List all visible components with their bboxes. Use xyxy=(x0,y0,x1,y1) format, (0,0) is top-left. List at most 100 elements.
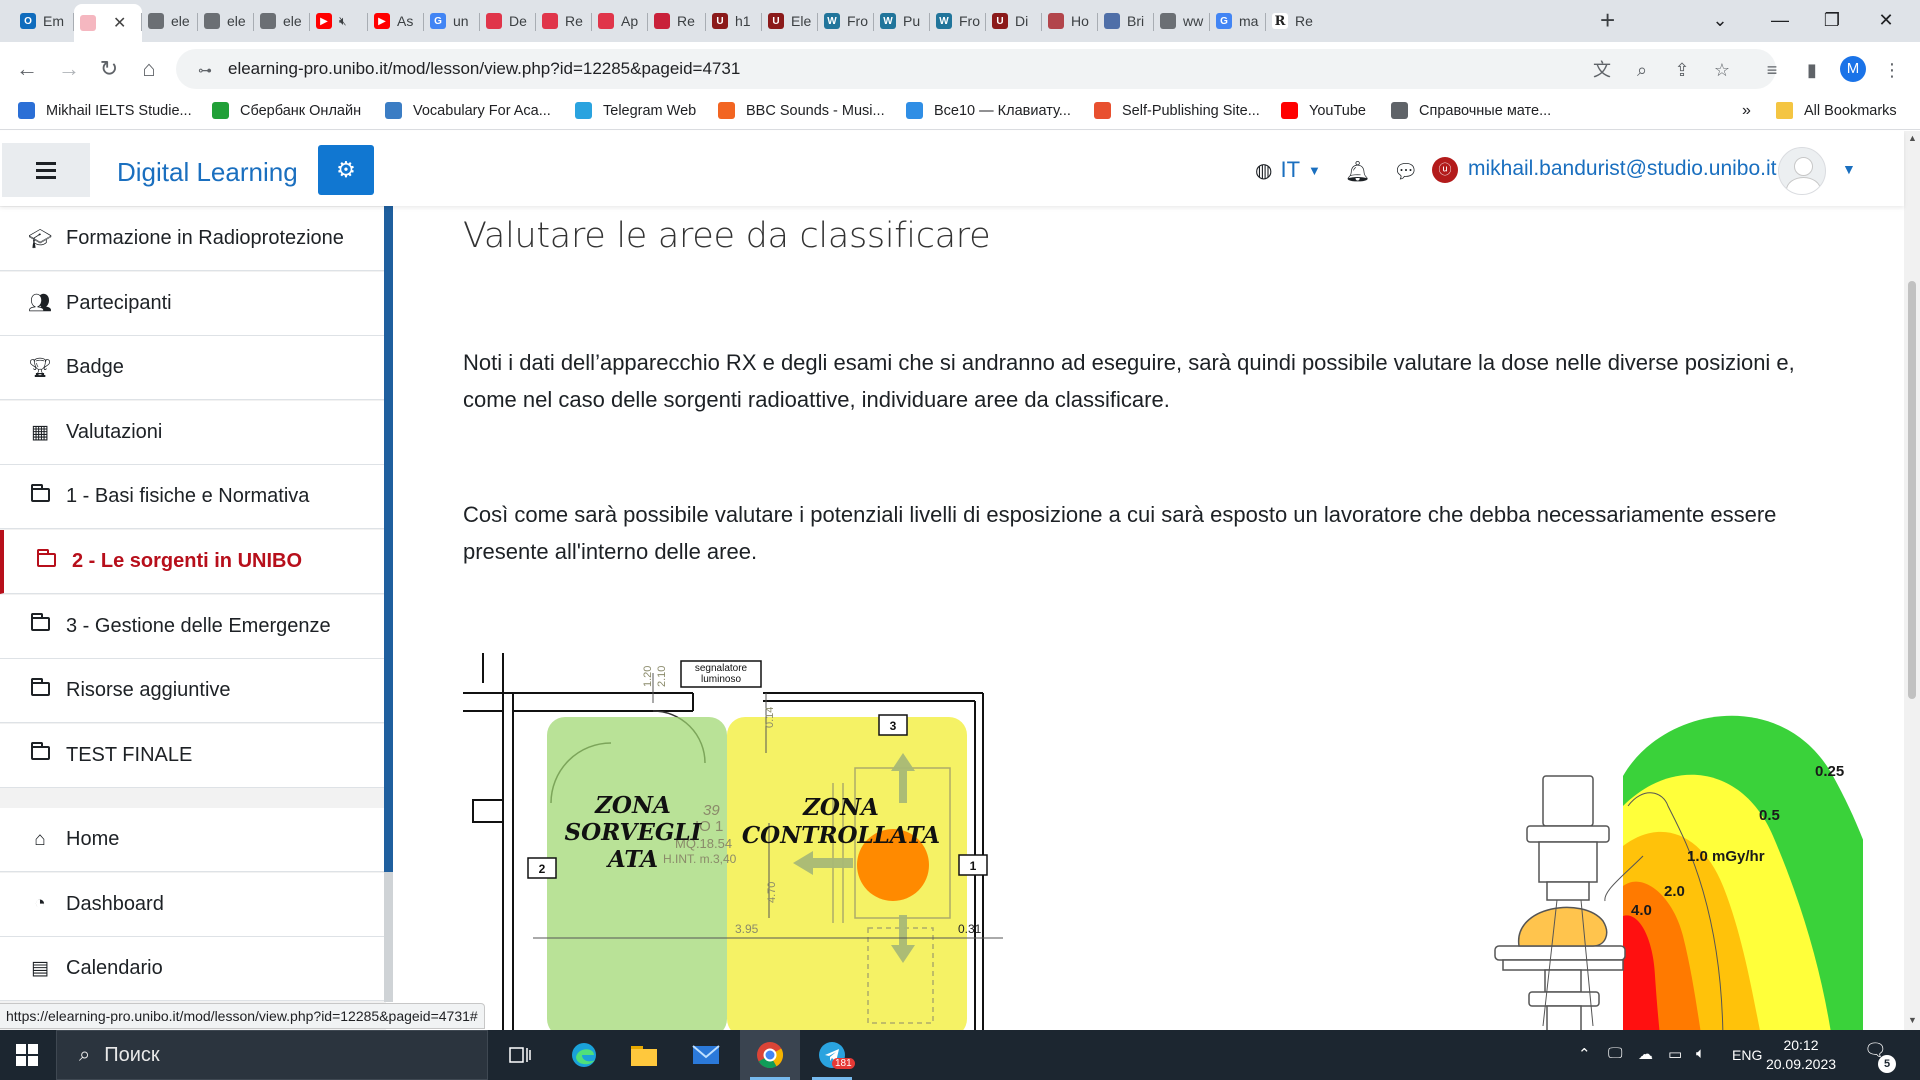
language-menu[interactable]: ◍ IT ▼ xyxy=(1255,157,1321,183)
close-tab-icon[interactable]: ✕ xyxy=(113,13,126,33)
menu-icon[interactable]: ⋮ xyxy=(1880,58,1904,82)
browser-tab[interactable]: Ap xyxy=(592,6,648,36)
battery-icon[interactable]: ▭ xyxy=(1668,1045,1682,1063)
bookmark-star-icon[interactable]: ☆ xyxy=(1710,58,1734,82)
browser-tab[interactable]: ✕ xyxy=(74,4,142,42)
tray-expand-icon[interactable]: ⌃ xyxy=(1578,1045,1591,1063)
browser-tab[interactable]: De xyxy=(480,6,536,36)
sidebar-item-partecipanti[interactable]: 👥︎ Partecipanti xyxy=(0,271,384,336)
sidebar-scrollbar-thumb[interactable] xyxy=(384,206,393,872)
sidebar-item-risorse-aggiuntive[interactable]: Risorse aggiuntive xyxy=(0,659,384,724)
browser-tab[interactable]: R Re xyxy=(1266,6,1322,36)
browser-tab[interactable]: Re xyxy=(536,6,592,36)
translate-icon[interactable]: 文 xyxy=(1590,58,1614,82)
browser-tab[interactable]: Uh1 xyxy=(706,6,762,36)
forward-button[interactable]: → xyxy=(54,54,84,84)
browser-tab[interactable]: Gma xyxy=(1210,6,1266,36)
bookmark-item[interactable]: Все10 — Клавиату... xyxy=(906,102,1071,119)
input-language[interactable]: ENG xyxy=(1732,1047,1762,1063)
browser-tab[interactable]: ele xyxy=(142,6,198,36)
cog-settings-button[interactable]: ⚙ xyxy=(318,145,374,195)
notification-bell-icon[interactable]: 🔔︎ xyxy=(1345,159,1370,184)
tab-search-icon[interactable]: ⌄ xyxy=(1700,4,1740,36)
user-email[interactable]: mikhail.bandurist@studio.unibo.it xyxy=(1468,157,1776,181)
home-button[interactable]: ⌂ xyxy=(134,54,164,84)
restore-window-button[interactable]: ❐ xyxy=(1812,4,1852,36)
taskbar-telegram[interactable]: 181 xyxy=(802,1030,862,1080)
more-bookmarks-button[interactable]: » xyxy=(1742,102,1751,120)
sidebar-item-test-finale[interactable]: TEST FINALE xyxy=(0,723,384,788)
minimize-window-button[interactable]: — xyxy=(1760,4,1800,36)
bookmark-item[interactable]: Self-Publishing Site... xyxy=(1094,102,1260,119)
browser-tab[interactable]: ▶ 🔇︎ xyxy=(310,6,368,36)
address-bar[interactable]: ⊶ elearning-pro.unibo.it/mod/lesson/view… xyxy=(176,49,1776,89)
scroll-up-icon[interactable]: ▲ xyxy=(1908,133,1917,143)
volume-icon[interactable]: 🔈︎ xyxy=(1696,1045,1705,1062)
taskbar-chrome[interactable] xyxy=(740,1030,800,1080)
browser-tab[interactable]: Bri xyxy=(1098,6,1154,36)
bookmark-item[interactable]: Vocabulary For Aca... xyxy=(385,102,551,119)
network-icon[interactable]: 🖵︎ xyxy=(1608,1045,1622,1062)
profile-avatar[interactable]: M xyxy=(1840,56,1866,82)
browser-tab[interactable]: O Em xyxy=(14,6,74,36)
sidebar-item-3-gestione-delle-emergenze[interactable]: 3 - Gestione delle Emergenze xyxy=(0,594,384,659)
browser-tab[interactable]: Gun xyxy=(424,6,480,36)
side-panel-icon[interactable]: ▮ xyxy=(1800,58,1824,82)
sidebar-item-1-basi-fisiche-e-normativa[interactable]: 1 - Basi fisiche e Normativa xyxy=(0,465,384,530)
sidebar-item-formazione-in-radioprotezione[interactable]: 🎓︎ Formazione in Radioprotezione xyxy=(0,207,384,271)
sidebar-item-valutazioni[interactable]: ▦ Valutazioni xyxy=(0,400,384,465)
site-info-icon[interactable]: ⊶ xyxy=(198,62,212,78)
reading-list-icon[interactable]: ≡ xyxy=(1760,58,1784,82)
bookmark-item[interactable]: BBC Sounds - Musi... xyxy=(718,102,885,119)
taskbar-edge[interactable] xyxy=(554,1030,614,1080)
reload-button[interactable]: ↻ xyxy=(94,54,124,84)
tab-title: Ho xyxy=(1071,13,1089,29)
browser-tab[interactable]: W Pu xyxy=(874,6,930,36)
user-avatar[interactable] xyxy=(1778,147,1826,195)
bookmark-item[interactable]: Mikhail IELTS Studie... xyxy=(18,102,192,119)
taskbar-mail[interactable] xyxy=(676,1030,736,1080)
system-clock[interactable]: 20:12 20.09.2023 xyxy=(1761,1036,1841,1074)
status-bar-url: https://elearning-pro.unibo.it/mod/lesso… xyxy=(0,1003,485,1029)
share-icon[interactable]: ⇪ xyxy=(1670,58,1694,82)
new-tab-button[interactable]: + xyxy=(1600,6,1615,34)
sidebar-item-home[interactable]: ⌂ Home xyxy=(0,808,384,872)
app-icon xyxy=(486,13,502,29)
bookmark-item[interactable]: YouTube xyxy=(1281,102,1366,119)
sidebar-item-label: Formazione in Radioprotezione xyxy=(66,227,344,249)
browser-tab[interactable]: U Di xyxy=(986,6,1042,36)
drawer-toggle-button[interactable] xyxy=(2,143,90,197)
browser-tab[interactable]: W Fro xyxy=(930,6,986,36)
browser-tab[interactable]: ww xyxy=(1154,6,1210,36)
bookmark-item[interactable]: Справочные мате... xyxy=(1391,102,1551,119)
sidebar-item-dashboard[interactable]: ◔ Dashboard xyxy=(0,872,384,937)
onedrive-icon[interactable]: ☁ xyxy=(1638,1045,1653,1063)
browser-tab[interactable]: W Fro xyxy=(818,6,874,36)
user-menu-chevron-icon[interactable]: ▼ xyxy=(1842,161,1856,177)
taskbar-search[interactable]: ⌕ Поиск xyxy=(56,1030,488,1080)
browser-tab[interactable]: U Ele xyxy=(762,6,818,36)
bookmark-item[interactable]: Telegram Web xyxy=(575,102,696,119)
sidebar-item-2-le-sorgenti-in-unibo[interactable]: 2 - Le sorgenti in UNIBO xyxy=(0,530,384,594)
page-scrollbar[interactable]: ▲ ▼ xyxy=(1904,131,1920,1030)
muted-icon[interactable]: 🔇︎ xyxy=(339,14,347,29)
browser-tab[interactable]: ▶ As xyxy=(368,6,424,36)
windows-start-button[interactable] xyxy=(16,1044,38,1066)
sidebar-item-badge[interactable]: 🏆︎ Badge xyxy=(0,336,384,401)
zoom-icon[interactable]: ⌕ xyxy=(1630,58,1654,82)
site-name-link[interactable]: Digital Learning xyxy=(117,157,298,188)
browser-tab[interactable]: ele xyxy=(254,6,310,36)
page-scrollbar-thumb[interactable] xyxy=(1908,281,1916,699)
browser-tab[interactable]: Ho xyxy=(1042,6,1098,36)
back-button[interactable]: ← xyxy=(12,54,42,84)
sidebar-item-calendario[interactable]: ▤ Calendario xyxy=(0,937,384,1002)
taskbar-file-explorer[interactable] xyxy=(614,1030,674,1080)
messages-icon[interactable]: 💬︎ xyxy=(1393,159,1418,184)
all-bookmarks-folder[interactable]: All Bookmarks xyxy=(1776,102,1897,119)
bookmark-item[interactable]: Сбербанк Онлайн xyxy=(212,102,361,119)
task-view-button[interactable] xyxy=(490,1030,550,1080)
close-window-button[interactable]: ✕ xyxy=(1866,4,1906,36)
browser-tab[interactable]: ele xyxy=(198,6,254,36)
browser-tab[interactable]: Re xyxy=(648,6,706,36)
scroll-down-icon[interactable]: ▼ xyxy=(1908,1015,1917,1025)
